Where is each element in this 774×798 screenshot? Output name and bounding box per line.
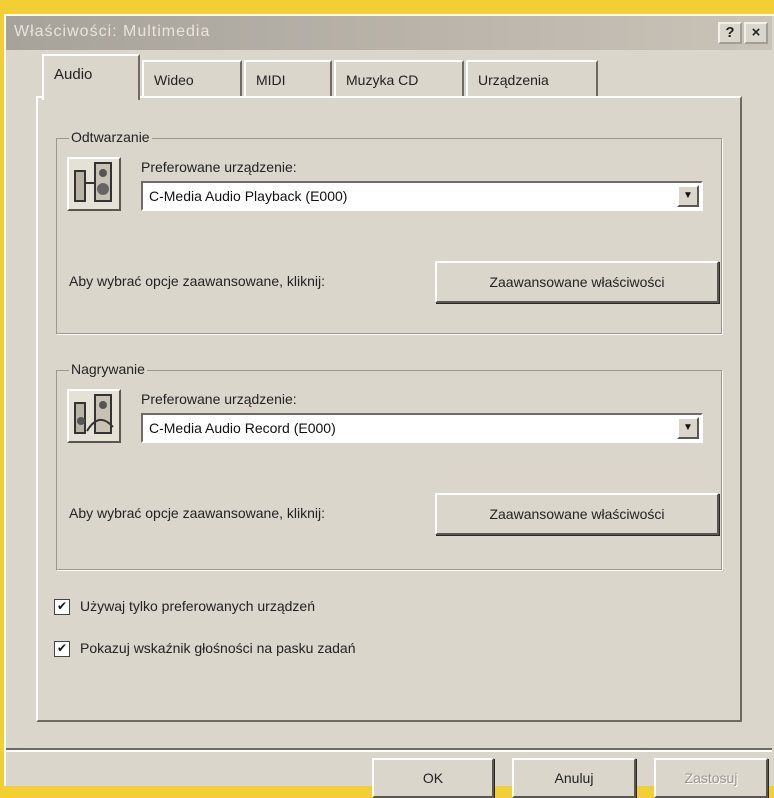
tab-urzadzenia[interactable]: Urządzenia: [466, 60, 598, 98]
ok-button[interactable]: OK: [372, 758, 494, 798]
chevron-down-icon[interactable]: ▼: [677, 185, 699, 207]
playback-group: Odtwarzanie Preferowane urządzenie: C-Me…: [56, 129, 722, 334]
recording-hint: Aby wybrać opcje zaawansowane, kliknij:: [69, 505, 326, 521]
recording-preferred-label: Preferowane urządzenie:: [141, 391, 297, 407]
cancel-button[interactable]: Anuluj: [512, 758, 636, 798]
playback-hint: Aby wybrać opcje zaawansowane, kliknij:: [69, 273, 326, 289]
preferred-only-label: Używaj tylko preferowanych urządzeń: [80, 598, 315, 614]
title-bar[interactable]: Właściwości: Multimedia ? ×: [6, 16, 772, 50]
tab-wideo[interactable]: Wideo: [142, 60, 242, 98]
playback-device-value: C-Media Audio Playback (E000): [149, 188, 348, 204]
preferred-only-checkbox[interactable]: ✔: [54, 599, 70, 616]
tab-muzyka-cd[interactable]: Muzyka CD: [334, 60, 464, 98]
playback-advanced-button[interactable]: Zaawansowane właściwości: [435, 261, 719, 303]
playback-group-label: Odtwarzanie: [69, 129, 152, 145]
multimedia-properties-dialog: Właściwości: Multimedia ? × Audio Wideo …: [4, 14, 774, 798]
tab-midi[interactable]: MIDI: [244, 60, 332, 98]
speaker-device-icon: [67, 157, 121, 211]
volume-indicator-checkbox-row[interactable]: ✔ Pokazuj wskaźnik głośności na pasku zad…: [54, 640, 356, 658]
window-title: Właściwości: Multimedia: [14, 23, 211, 40]
preferred-only-checkbox-row[interactable]: ✔ Używaj tylko preferowanych urządzeń: [54, 598, 315, 616]
audio-tab-panel: Odtwarzanie Preferowane urządzenie: C-Me…: [36, 96, 742, 722]
recording-device-value: C-Media Audio Record (E000): [149, 420, 336, 436]
volume-indicator-label: Pokazuj wskaźnik głośności na pasku zada…: [80, 640, 356, 656]
recording-group-label: Nagrywanie: [69, 361, 147, 377]
tab-audio[interactable]: Audio: [42, 54, 140, 100]
recording-advanced-button[interactable]: Zaawansowane właściwości: [435, 493, 719, 535]
help-button[interactable]: ?: [718, 22, 742, 44]
footer-separator: [6, 748, 772, 752]
close-button[interactable]: ×: [744, 22, 768, 44]
recording-device-icon: [67, 389, 121, 443]
recording-device-select[interactable]: C-Media Audio Record (E000) ▼: [141, 413, 703, 443]
recording-group: Nagrywanie Preferowane urządzenie: C-Med…: [56, 361, 722, 570]
volume-indicator-checkbox[interactable]: ✔: [54, 641, 70, 658]
playback-preferred-label: Preferowane urządzenie:: [141, 159, 297, 175]
chevron-down-icon[interactable]: ▼: [677, 417, 699, 439]
playback-device-select[interactable]: C-Media Audio Playback (E000) ▼: [141, 181, 703, 211]
apply-button[interactable]: Zastosuj: [654, 758, 768, 798]
